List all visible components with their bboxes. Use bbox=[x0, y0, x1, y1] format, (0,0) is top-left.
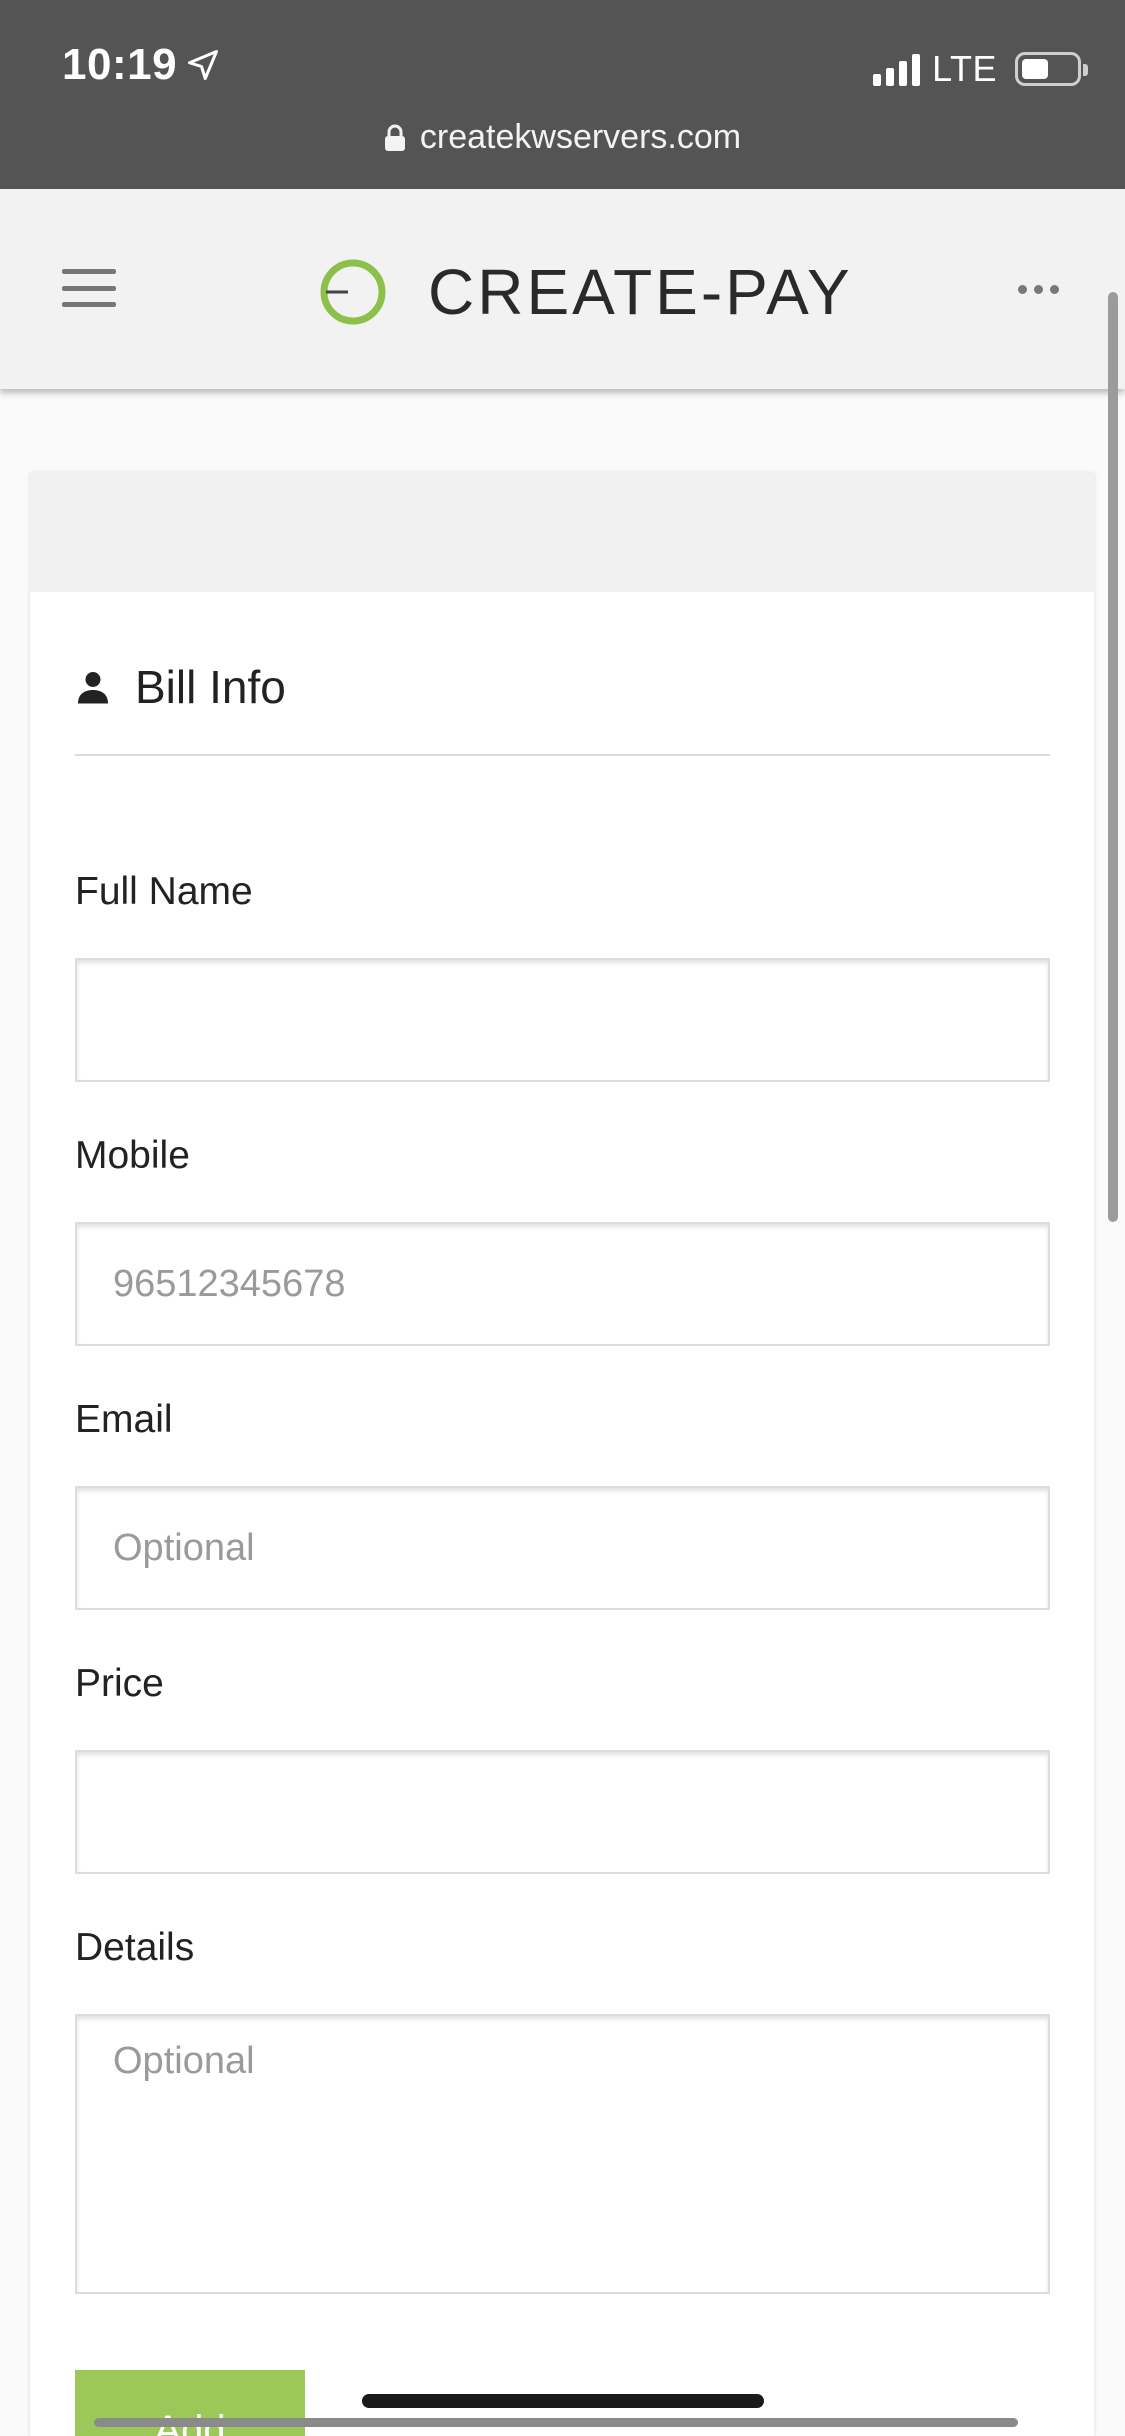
create-pay-logo-icon bbox=[320, 259, 386, 325]
horizontal-scrollbar[interactable] bbox=[94, 2418, 1018, 2427]
brand-name: CREATE-PAY bbox=[428, 256, 853, 328]
battery-icon bbox=[1015, 52, 1088, 86]
section-title: Bill Info bbox=[75, 660, 286, 714]
mobile-label: Mobile bbox=[75, 1134, 190, 1177]
price-input[interactable] bbox=[75, 1750, 1050, 1874]
full-name-label: Full Name bbox=[75, 870, 253, 913]
details-textarea[interactable] bbox=[75, 2014, 1050, 2294]
email-input[interactable] bbox=[75, 1486, 1050, 1610]
status-indicators: LTE bbox=[873, 48, 1088, 90]
address-bar[interactable]: createkwservers.com bbox=[0, 118, 1125, 157]
section-title-text: Bill Info bbox=[135, 661, 286, 713]
page-url: createkwservers.com bbox=[419, 118, 742, 156]
mobile-input[interactable] bbox=[75, 1222, 1050, 1346]
lock-icon bbox=[384, 124, 405, 151]
full-name-input[interactable] bbox=[75, 958, 1050, 1082]
more-horizontal-icon[interactable] bbox=[1018, 285, 1059, 294]
vertical-scrollbar[interactable] bbox=[1108, 292, 1118, 1222]
bill-form-card: Bill Info Full Name Mobile Email Price D… bbox=[30, 472, 1094, 2436]
email-label: Email bbox=[75, 1398, 173, 1441]
location-arrow-icon bbox=[188, 50, 219, 80]
details-label: Details bbox=[75, 1926, 195, 1969]
section-divider bbox=[75, 754, 1050, 756]
home-indicator[interactable] bbox=[362, 2394, 764, 2408]
status-time: 10:19 bbox=[62, 40, 178, 89]
network-type: LTE bbox=[932, 48, 997, 89]
cellular-signal-icon bbox=[873, 52, 921, 86]
status-time-group: 10:19 bbox=[62, 40, 221, 90]
hamburger-menu-icon[interactable] bbox=[62, 269, 116, 307]
status-bar: 10:19 LTE createkwservers.com bbox=[0, 0, 1125, 189]
card-header bbox=[30, 472, 1094, 592]
brand[interactable]: CREATE-PAY bbox=[318, 255, 853, 329]
user-icon bbox=[78, 672, 108, 704]
app-header: CREATE-PAY bbox=[0, 189, 1125, 389]
price-label: Price bbox=[75, 1662, 164, 1705]
